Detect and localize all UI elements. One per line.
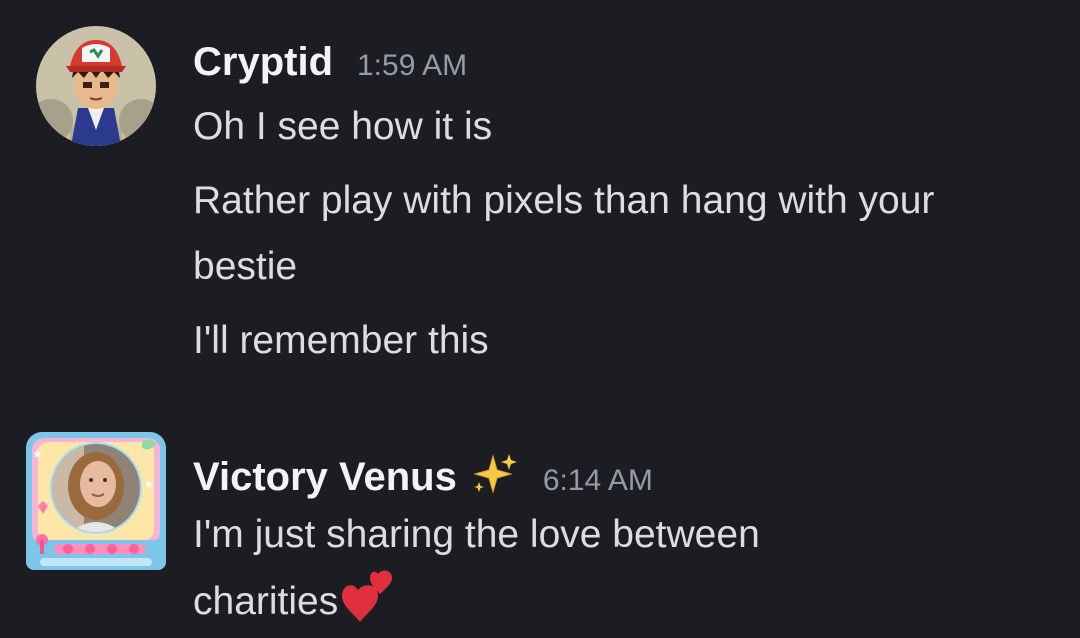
message-line: I'll remember this xyxy=(193,319,489,362)
sparkles-icon xyxy=(471,452,519,496)
message-header: Cryptid 1:59 AM xyxy=(193,40,1050,92)
avatar-victory-venus[interactable]: ★ ★ xyxy=(24,428,168,579)
chat-log: Cryptid 1:59 AM Oh I see how it is Rathe… xyxy=(0,0,1080,638)
message-body-victory-venus: Victory Venus 6:14 AM I'm just sharing t… xyxy=(193,446,1050,635)
message-text: I'm just sharing the love between charit… xyxy=(193,513,760,623)
svg-text:★: ★ xyxy=(144,479,154,491)
timestamp[interactable]: 1:59 AM xyxy=(357,49,467,83)
username[interactable]: Cryptid xyxy=(193,40,333,85)
message-line: Rather play with pixels than hang with y… xyxy=(193,179,935,288)
anime-character-avatar-icon xyxy=(36,26,156,146)
username[interactable]: Victory Venus xyxy=(193,455,457,500)
svg-text:★: ★ xyxy=(32,447,43,461)
avatar-cryptid[interactable] xyxy=(36,26,156,151)
timestamp[interactable]: 6:14 AM xyxy=(543,464,653,498)
arcade-frame-avatar-icon: ★ ★ xyxy=(26,432,166,570)
message-body-cryptid: Cryptid 1:59 AM Oh I see how it is Rathe… xyxy=(193,40,1050,374)
message-line: Oh I see how it is xyxy=(193,105,493,148)
message-line: I'm just sharing the love between charit… xyxy=(193,502,913,635)
message-header: Victory Venus 6:14 AM xyxy=(193,446,1050,500)
two-hearts-icon xyxy=(342,568,400,626)
